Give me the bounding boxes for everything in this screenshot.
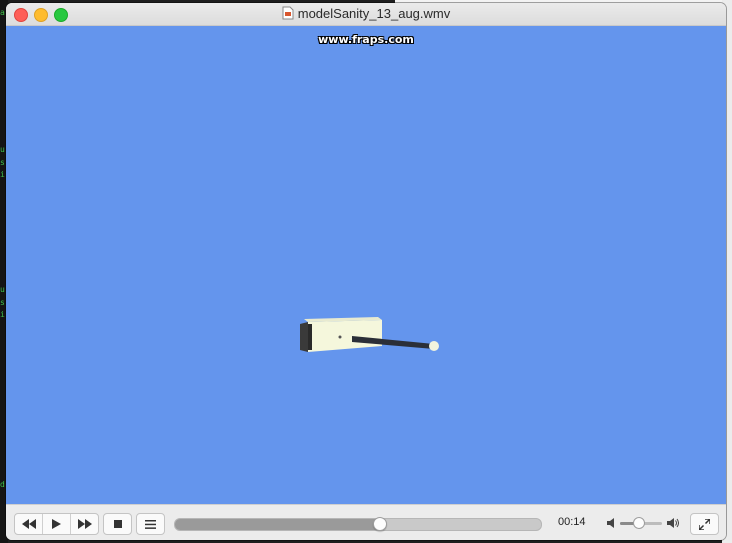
player-window: modelSanity_13_aug.wmv www.fraps.com 00:… (6, 3, 726, 540)
stop-icon (113, 520, 122, 528)
video-area[interactable]: www.fraps.com (6, 26, 726, 504)
play-icon (52, 519, 61, 529)
control-bar: 00:14 (6, 504, 726, 540)
seek-knob[interactable] (372, 517, 387, 531)
playlist-icon (145, 519, 156, 529)
time-display: 00:14 (558, 516, 586, 528)
window-title-group: modelSanity_13_aug.wmv (6, 6, 726, 21)
stop-button[interactable] (103, 513, 132, 535)
fast-forward-button[interactable] (70, 514, 98, 534)
play-button[interactable] (42, 514, 70, 534)
seek-bar[interactable] (174, 518, 542, 531)
seek-bar-fill (175, 519, 380, 530)
playlist-button[interactable] (136, 513, 165, 535)
file-icon (282, 6, 294, 20)
fullscreen-button[interactable] (690, 513, 719, 535)
rewind-button[interactable] (15, 514, 42, 534)
watermark-text: www.fraps.com (318, 33, 414, 46)
volume-low-icon[interactable] (607, 518, 616, 528)
transport-group (14, 513, 99, 535)
fullscreen-icon (699, 518, 710, 530)
fast-forward-icon (77, 519, 92, 529)
volume-knob[interactable] (632, 517, 645, 529)
window-title: modelSanity_13_aug.wmv (297, 6, 451, 21)
rewind-icon (21, 519, 36, 529)
title-bar[interactable]: modelSanity_13_aug.wmv (6, 3, 726, 26)
3d-model-render (300, 317, 439, 352)
volume-high-icon[interactable] (667, 518, 679, 528)
